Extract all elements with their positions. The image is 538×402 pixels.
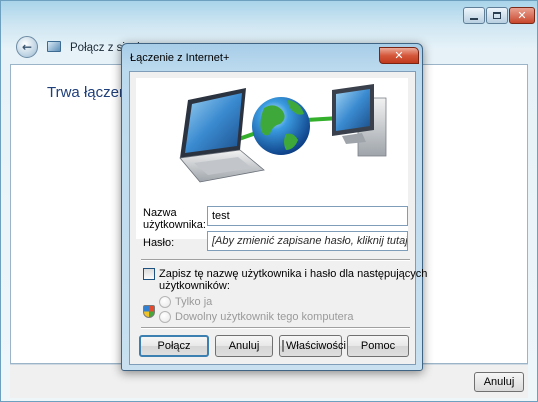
globe-icon [252, 97, 310, 155]
separator [141, 327, 410, 329]
uac-shield-icon [143, 305, 155, 318]
radio-any-user[interactable] [159, 311, 171, 323]
username-input[interactable]: test [207, 206, 408, 226]
help-button[interactable]: Pomoc [347, 335, 409, 357]
radio-any-user-label: Dowolny użytkownik tego komputera [175, 311, 354, 323]
close-icon: ✕ [517, 9, 527, 22]
cancel-button[interactable]: Anuluj [215, 335, 273, 357]
maximize-icon [493, 12, 501, 19]
network-icon [47, 41, 61, 52]
maximize-button[interactable] [486, 7, 508, 24]
radio-only-me-label: Tylko ja [175, 296, 213, 308]
properties-button[interactable]: Właściwości [279, 335, 346, 357]
dialog-title: Łączenie z Internet+ [130, 52, 230, 64]
password-input[interactable]: [Aby zmienić zapisane hasło, kliknij tut… [207, 231, 408, 251]
close-window-button[interactable]: ✕ [509, 7, 535, 24]
username-label: Nazwa [143, 207, 177, 219]
properties-button-label: Właściwości [286, 340, 346, 352]
username-label-line2: użytkownika: [143, 219, 206, 231]
password-label: Hasło: [143, 237, 175, 249]
save-credentials-label: Zapisz tę nazwę użytkownika i hasło dla … [159, 268, 428, 280]
separator [141, 259, 410, 261]
back-arrow-button[interactable]: ← [16, 36, 38, 58]
uac-shield-icon [282, 340, 284, 352]
back-arrow-icon: ← [21, 40, 33, 54]
close-icon: ✕ [394, 49, 404, 62]
outer-cancel-button[interactable]: Anuluj [474, 372, 524, 392]
outer-titlebar[interactable] [1, 1, 537, 31]
save-credentials-checkbox[interactable] [143, 268, 155, 280]
radio-only-me[interactable] [159, 296, 171, 308]
minimize-button[interactable] [463, 7, 485, 24]
save-credentials-label-line2: użytkowników: [159, 280, 230, 292]
dialog-close-button[interactable]: ✕ [379, 47, 419, 64]
minimize-icon [470, 17, 478, 20]
connection-illustration [179, 84, 387, 183]
desktop-computer-icon [332, 84, 387, 157]
connect-button[interactable]: Połącz [139, 335, 209, 357]
